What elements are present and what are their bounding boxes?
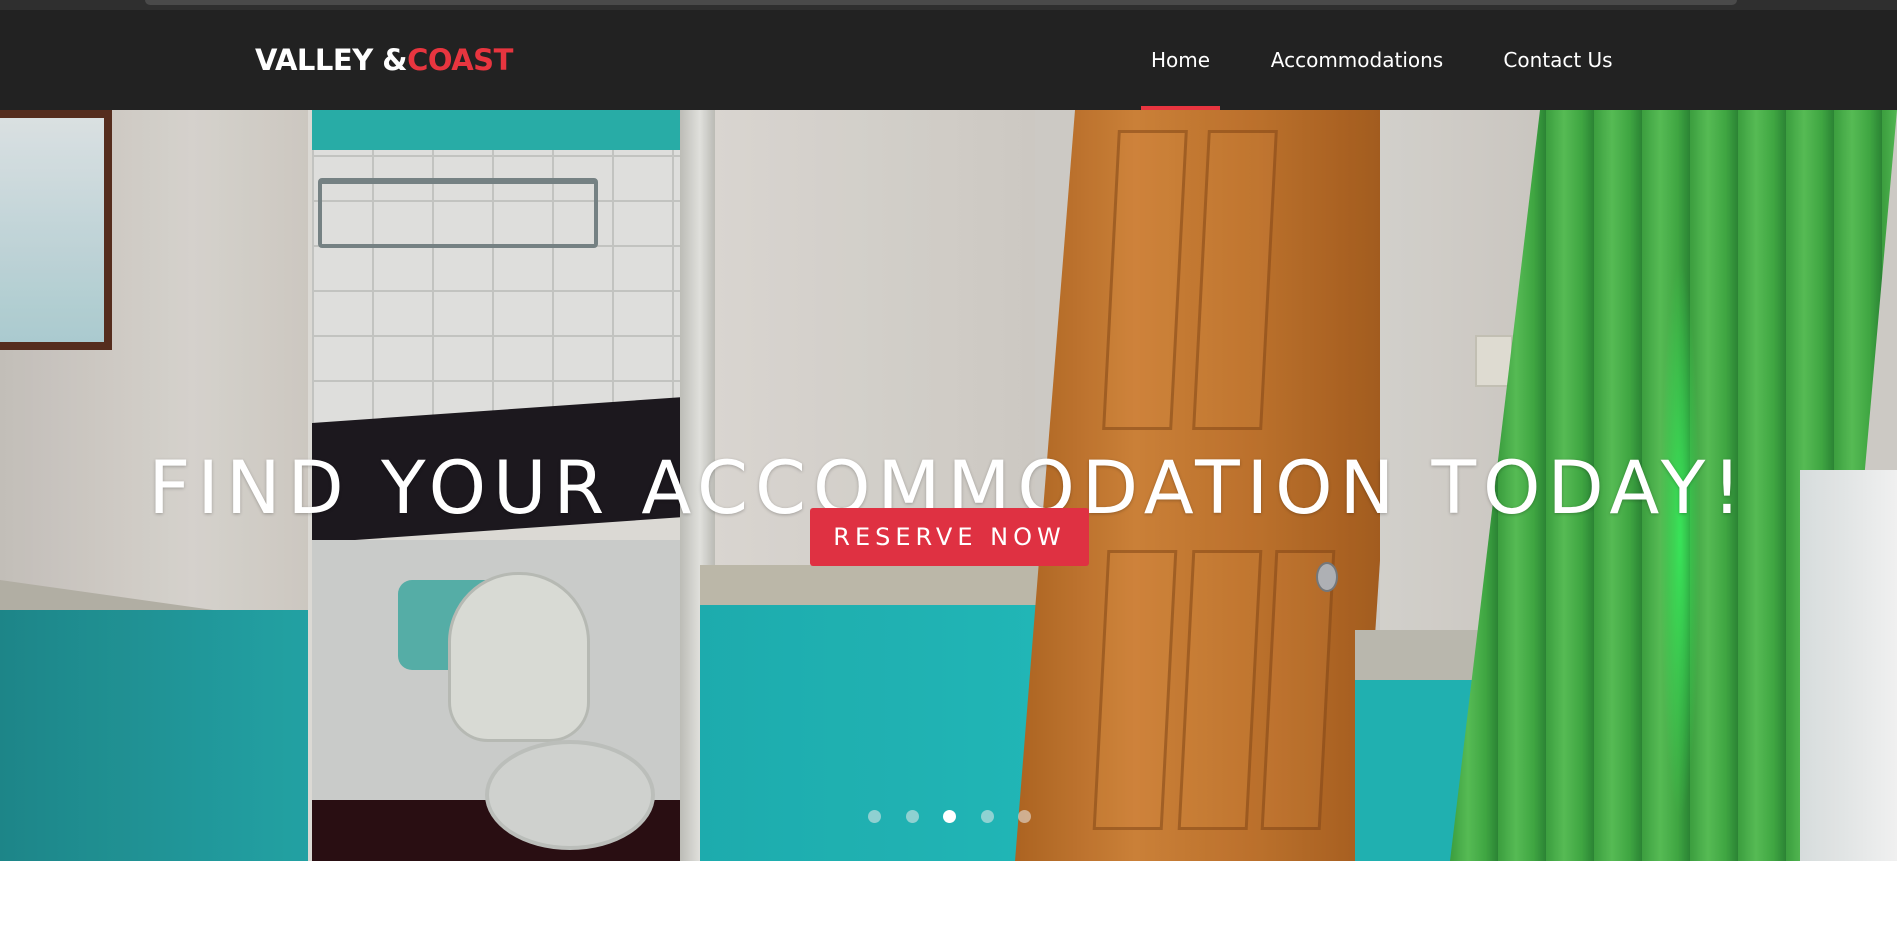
carousel-dot-2[interactable] <box>906 810 919 823</box>
nav-item-contact-us[interactable]: Contact Us <box>1502 10 1614 110</box>
carousel-dot-1[interactable] <box>868 810 881 823</box>
navbar: VALLEY &COAST Home Accommodations Contac… <box>0 10 1897 110</box>
reserve-now-button[interactable]: RESERVE NOW <box>810 508 1089 566</box>
nav-item-home[interactable]: Home <box>1141 10 1220 110</box>
carousel-dot-5[interactable] <box>1018 810 1031 823</box>
brand-logo[interactable]: VALLEY &COAST <box>255 46 513 75</box>
carousel-dot-4[interactable] <box>981 810 994 823</box>
nav-item-accommodations[interactable]: Accommodations <box>1267 10 1447 110</box>
brand-name-part1: VALLEY & <box>255 43 408 77</box>
browser-top-bar <box>145 0 1737 5</box>
carousel-indicators <box>0 810 1897 830</box>
page-content-area <box>0 861 1897 930</box>
carousel-dot-3[interactable] <box>943 810 956 823</box>
hero-carousel: FIND YOUR ACCOMMODATION TODAY! RESERVE N… <box>0 110 1897 861</box>
brand-name-part2: COAST <box>407 43 513 77</box>
